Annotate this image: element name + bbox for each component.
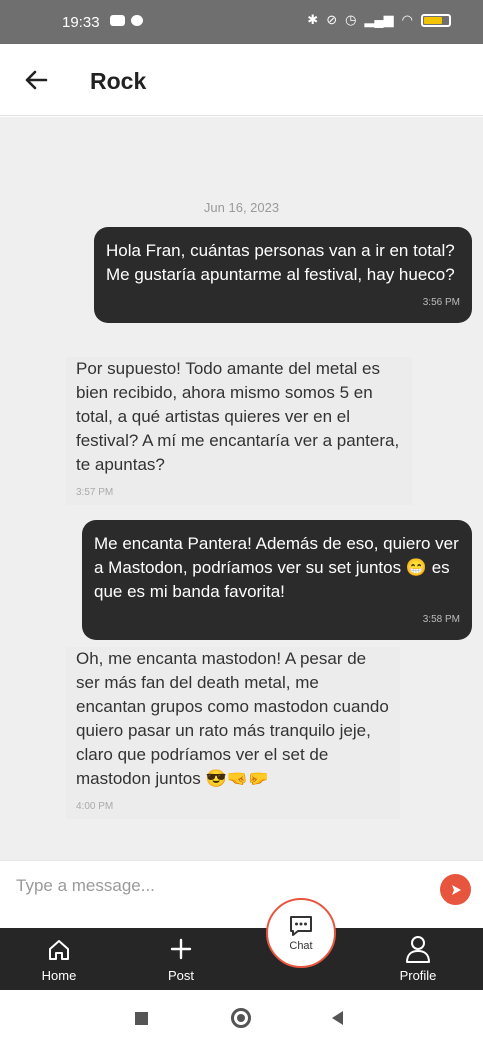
wifi-icon: ◠ — [401, 12, 413, 27]
message-text: Me encanta Pantera! Además de eso, quier… — [94, 534, 459, 601]
bluetooth-icon: ✱ — [307, 12, 319, 27]
message-bubble-outgoing[interactable]: Hola Fran, cuántas personas van a ir en … — [94, 227, 472, 323]
message-bubble-incoming[interactable]: Oh, me encanta mastodon! A pesar de ser … — [66, 647, 400, 819]
message-text: Oh, me encanta mastodon! A pesar de ser … — [76, 649, 389, 788]
message-input[interactable] — [6, 867, 426, 905]
alarm-icon: ◷ — [345, 12, 357, 27]
mute-icon: ⊘ — [326, 12, 338, 27]
message-text: Hola Fran, cuántas personas van a ir en … — [106, 241, 455, 284]
message-time: 4:00 PM — [76, 801, 114, 812]
battery-icon — [421, 13, 451, 27]
date-separator: Jun 16, 2023 — [203, 200, 280, 215]
message-composer — [0, 860, 483, 912]
home-button[interactable] — [231, 1008, 251, 1028]
nav-item-profile[interactable]: Profile — [378, 928, 458, 990]
notification-icons — [110, 15, 143, 26]
recent-apps-button[interactable] — [135, 1012, 148, 1025]
message-text: Por supuesto! Todo amante del metal es b… — [76, 359, 400, 474]
status-bar: 19:33 ✱ ⊘ ◷ ▂▄▆ ◠ — [0, 0, 483, 44]
system-navigation-bar — [0, 990, 483, 1048]
back-button[interactable] — [332, 1011, 343, 1025]
battery-level — [424, 16, 442, 24]
nav-item-chat[interactable]: Chat — [266, 898, 336, 968]
status-time: 19:33 — [62, 14, 100, 31]
message-time: 3:58 PM — [422, 614, 460, 625]
nav-label: Chat — [289, 940, 313, 952]
app-header: Rock — [0, 44, 483, 116]
message-time: 3:57 PM — [76, 487, 114, 498]
send-icon — [451, 884, 461, 895]
plus-icon — [170, 938, 192, 960]
chat-thread[interactable]: Jun 16, 2023 Hola Fran, cuántas personas… — [0, 117, 483, 860]
home-icon — [49, 940, 69, 960]
nav-item-home[interactable]: Home — [19, 928, 99, 990]
message-bubble-incoming[interactable]: Por supuesto! Todo amante del metal es b… — [66, 357, 412, 505]
chat-bubble-icon — [290, 916, 312, 936]
app-notification-icon — [131, 15, 143, 26]
back-arrow-icon[interactable] — [20, 64, 52, 96]
system-status-icons: ✱ ⊘ ◷ ▂▄▆ ◠ — [307, 12, 451, 28]
signal-icon: ▂▄▆ — [364, 12, 394, 27]
nav-label: Post — [167, 968, 194, 983]
send-button[interactable] — [440, 874, 471, 905]
nav-label: Profile — [399, 968, 437, 983]
nav-item-post[interactable]: Post — [141, 928, 221, 990]
nav-label: Home — [41, 968, 77, 983]
message-time: 3:56 PM — [422, 297, 460, 308]
bottom-navigation: Home Post Profile — [0, 928, 483, 990]
page-title: Rock — [90, 68, 147, 94]
user-icon — [406, 936, 430, 963]
message-bubble-outgoing[interactable]: Me encanta Pantera! Además de eso, quier… — [82, 520, 472, 640]
youtube-notification-icon — [110, 15, 125, 26]
